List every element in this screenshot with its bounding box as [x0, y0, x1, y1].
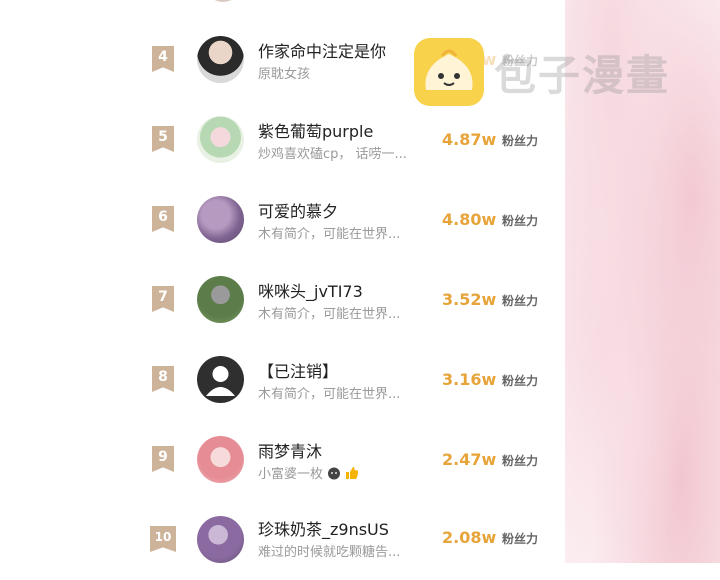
user-name[interactable]: 作家命中注定是你: [258, 38, 386, 62]
rank-badge: 6: [152, 206, 174, 232]
ranking-row[interactable]: 6 可爱的慕夕 木有简介，可能在世界... 4.80w 粉丝力: [0, 180, 565, 260]
description-text: 小富婆一枚: [258, 467, 324, 482]
fans-count: 4.80w: [442, 210, 497, 229]
rank-badge: 9: [152, 446, 174, 472]
user-name[interactable]: 【已注销】: [258, 358, 338, 382]
avatar[interactable]: [197, 276, 244, 323]
user-description: 难过的时候就吃颗糖告...: [258, 545, 401, 560]
ranking-row[interactable]: 5 紫色葡萄purple 炒鸡喜欢磕cp， 话唠一... 4.87w 粉丝力: [0, 100, 565, 180]
avatar[interactable]: [197, 516, 244, 563]
fans-label: 粉丝力: [502, 532, 539, 546]
thumbs-up-icon: [345, 466, 359, 484]
avatar[interactable]: [197, 196, 244, 243]
default-avatar-icon[interactable]: [197, 356, 244, 403]
rank-badge: 8: [152, 366, 174, 392]
ranking-row[interactable]: 10 珍珠奶茶_z9nsUS 难过的时候就吃颗糖告... 2.08w 粉丝力: [0, 500, 565, 580]
ranking-row[interactable]: 8 【已注销】 木有简介，可能在世界... 3.16w 粉丝力: [0, 340, 565, 420]
fans-label: 粉丝力: [502, 294, 539, 308]
cat-emoji-icon: [327, 466, 341, 484]
fans-count: 3.52w: [442, 290, 497, 309]
user-name[interactable]: 雨梦青沐: [258, 438, 322, 462]
user-description: 炒鸡喜欢磕cp， 话唠一...: [258, 147, 407, 162]
bun-logo-icon: [414, 38, 484, 106]
user-name[interactable]: 咪咪头_jvTI73: [258, 278, 363, 302]
fans-count: 3.16w: [442, 370, 497, 389]
ranking-row[interactable]: 7 咪咪头_jvTI73 木有简介，可能在世界... 3.52w 粉丝力: [0, 260, 565, 340]
rank-badge: 5: [152, 126, 174, 152]
watermark-text: 包子漫畫: [494, 51, 671, 100]
ranking-row[interactable]: 9 雨梦青沐 小富婆一枚 2.47w 粉丝力: [0, 420, 565, 500]
fans-count: 2.47w: [442, 450, 497, 469]
fans-label: 粉丝力: [502, 214, 539, 228]
avatar[interactable]: [197, 436, 244, 483]
fans-count: 4.87w: [442, 130, 497, 149]
rank-badge: 10: [150, 526, 176, 552]
rank-badge: 4: [152, 46, 174, 72]
user-description: 原耽女孩: [258, 67, 311, 82]
user-description: 木有简介，可能在世界...: [258, 307, 401, 322]
rank-badge: 7: [152, 286, 174, 312]
user-name[interactable]: 紫色葡萄purple: [258, 118, 373, 142]
avatar[interactable]: [197, 116, 244, 163]
fans-label: 粉丝力: [502, 454, 539, 468]
previous-avatar-peek: [205, 0, 241, 2]
avatar[interactable]: [197, 36, 244, 83]
fans-label: 粉丝力: [502, 374, 539, 388]
user-name[interactable]: 可爱的慕夕: [258, 198, 338, 222]
user-description: 木有简介，可能在世界...: [258, 387, 401, 402]
user-name[interactable]: 珍珠奶茶_z9nsUS: [258, 516, 389, 540]
user-description: 木有简介，可能在世界...: [258, 227, 401, 242]
fans-count: 2.08w: [442, 528, 497, 547]
fans-label: 粉丝力: [502, 134, 539, 148]
user-description: 小富婆一枚: [258, 463, 359, 484]
